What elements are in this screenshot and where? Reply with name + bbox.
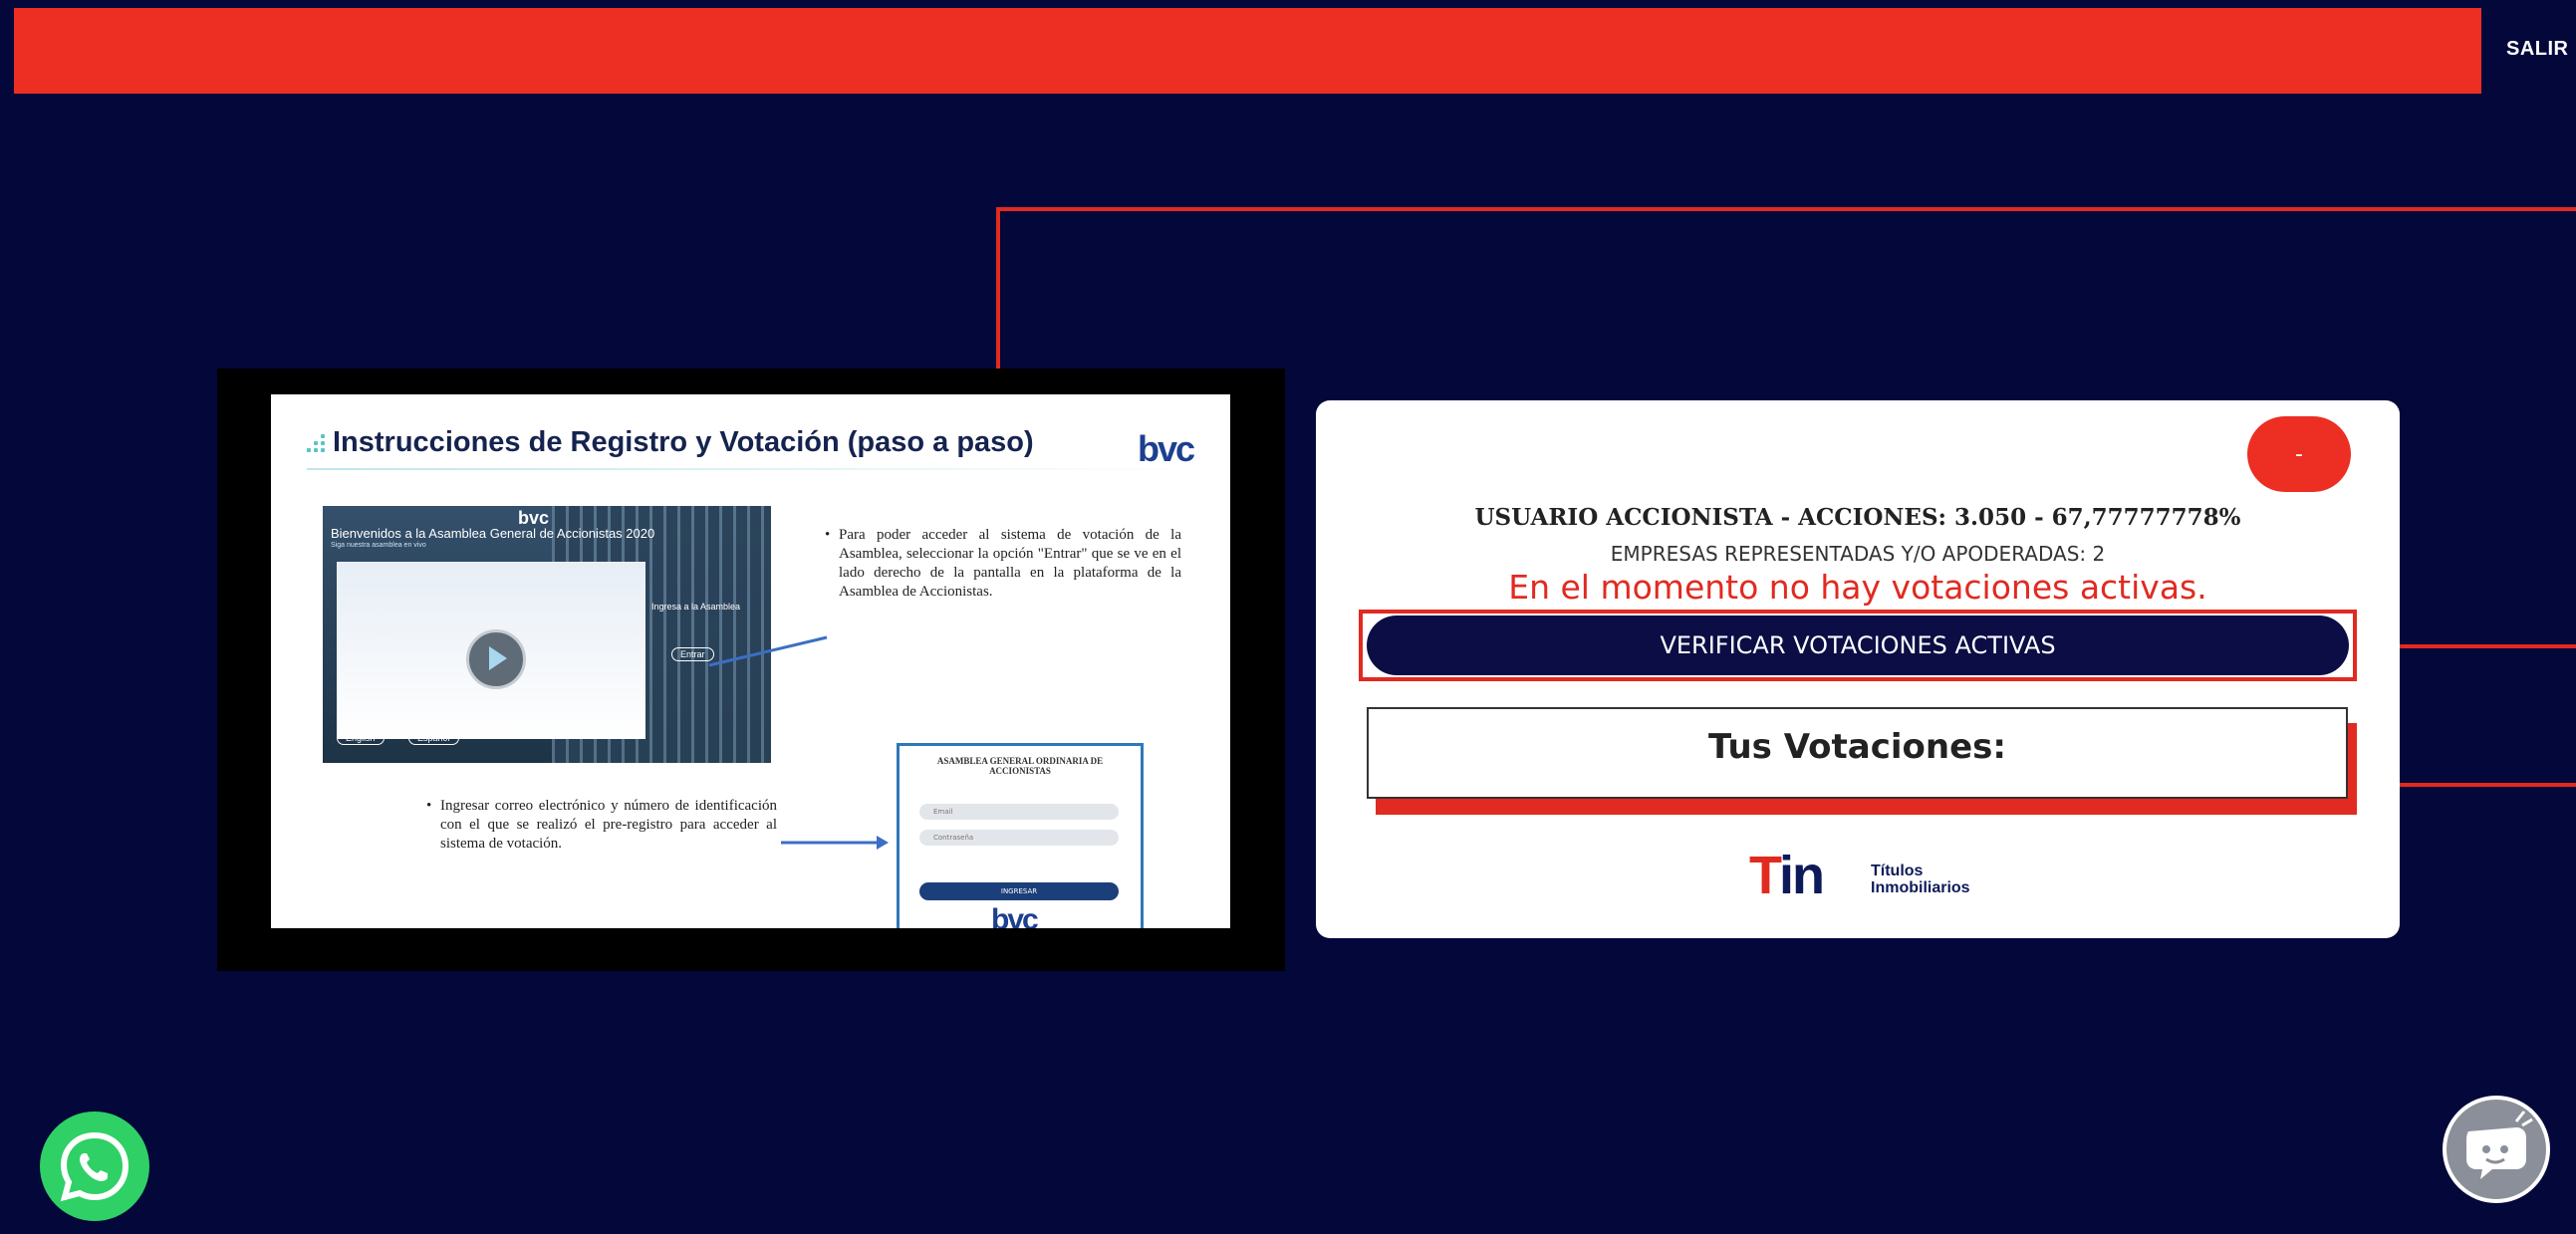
- slide-divider: [307, 468, 1203, 470]
- shot-subtext: Siga nuestra asamblea en vivo: [331, 542, 426, 549]
- chat-bot-icon: [2466, 1111, 2533, 1179]
- tin-mark: Tin: [1749, 846, 1825, 905]
- video-player-mock: [337, 562, 645, 739]
- arrow-right-icon: [781, 836, 889, 850]
- bvc-logo: bvc: [1138, 428, 1195, 469]
- form-title: ASAMBLEA GENERAL ORDINARIA DE ACCIONISTA…: [936, 756, 1104, 776]
- login-form-screenshot: ASAMBLEA GENERAL ORDINARIA DE ACCIONISTA…: [897, 743, 1144, 928]
- whatsapp-icon: [60, 1131, 129, 1202]
- decor-line-top: [996, 207, 2576, 211]
- dots-icon: [307, 434, 329, 456]
- shot-english: English: [337, 731, 385, 745]
- form-password-field: Contraseña: [919, 830, 1119, 846]
- instruction-bullet-2: • Ingresar correo electrónico y número de…: [426, 798, 777, 852]
- collapse-button[interactable]: -: [2247, 416, 2351, 492]
- verify-active-votes-button[interactable]: VERIFICAR VOTACIONES ACTIVAS: [1367, 616, 2349, 675]
- decor-line-vertical: [996, 207, 1000, 374]
- tin-words: Títulos Inmobiliarios: [1871, 863, 1970, 896]
- header-bar: [14, 8, 2481, 94]
- exit-link[interactable]: SALIR: [2506, 38, 2569, 61]
- form-bvc-logo: bvc: [991, 903, 1039, 928]
- represented-companies: EMPRESAS REPRESENTADAS Y/O APODERADAS: 2: [1610, 542, 2106, 566]
- chat-bot-button[interactable]: [2443, 1096, 2550, 1203]
- whatsapp-button[interactable]: [40, 1111, 149, 1221]
- tus-votaciones-panel[interactable]: Tus Votaciones:: [1367, 707, 2348, 799]
- shot-espanol: Español: [408, 731, 459, 745]
- tus-votaciones-label: Tus Votaciones:: [1707, 727, 2006, 767]
- shot-ingresa: Ingresa a la Asamblea: [651, 602, 741, 612]
- form-email-field: Email: [919, 804, 1119, 820]
- slide-title: Instrucciones de Registro y Votación (pa…: [333, 426, 1034, 458]
- instruction-bullet-1: • Para poder acceder al sistema de votaci…: [825, 527, 1181, 600]
- shareholder-info: USUARIO ACCIONISTA - ACCIONES: 3.050 - 6…: [1474, 504, 2241, 531]
- shot-welcome: Bienvenidos a la Asamblea General de Acc…: [331, 526, 655, 541]
- voting-status-message: En el momento no hay votaciones activas.: [1508, 568, 2207, 607]
- votaciones-card: - USUARIO ACCIONISTA - ACCIONES: 3.050 -…: [1316, 400, 2400, 938]
- play-icon: [466, 629, 526, 689]
- instructions-video[interactable]: Instrucciones de Registro y Votación (pa…: [217, 369, 1285, 971]
- form-submit: INGRESAR: [919, 882, 1119, 900]
- arrow-icon: [708, 635, 828, 667]
- video-frame: Instrucciones de Registro y Votación (pa…: [271, 394, 1230, 928]
